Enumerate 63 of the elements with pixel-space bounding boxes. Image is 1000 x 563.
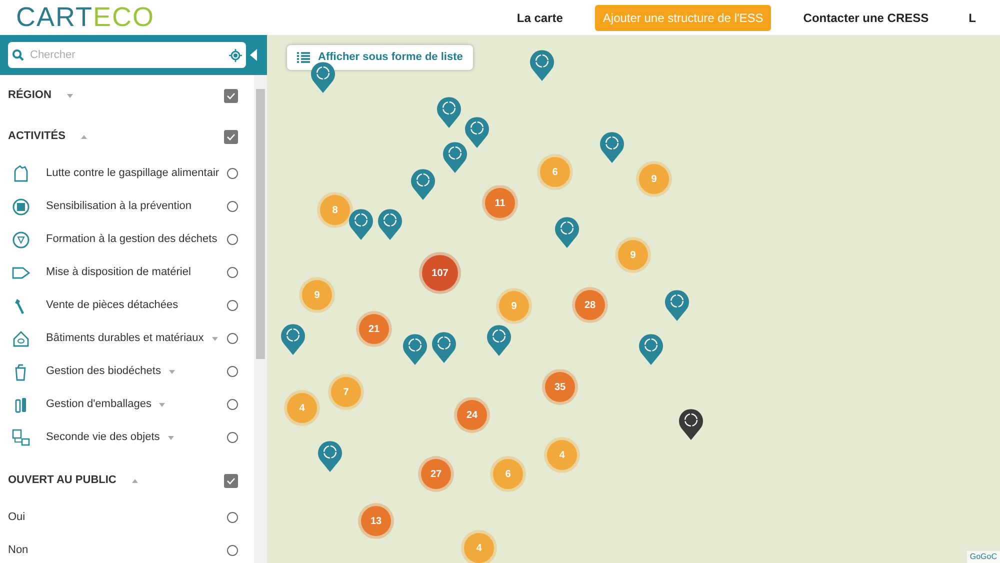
- checkmark-icon: [226, 476, 236, 486]
- checkbox[interactable]: [224, 88, 238, 102]
- checkmark-icon: [226, 132, 236, 142]
- collapse-icon[interactable]: [250, 49, 257, 61]
- caret-icon[interactable]: [159, 402, 166, 406]
- caret-icon[interactable]: [81, 134, 88, 138]
- cluster-marker[interactable]: 107: [422, 255, 458, 291]
- search-icon: [12, 49, 24, 61]
- cluster-marker[interactable]: 24: [457, 400, 487, 430]
- radio-button[interactable]: [227, 366, 238, 377]
- radio-button[interactable]: [227, 168, 238, 179]
- filter-option[interactable]: Gestion des biodéchets: [46, 363, 161, 380]
- filter-option[interactable]: Lutte contre le gaspillage alimentair: [46, 165, 220, 182]
- caret-icon[interactable]: [132, 478, 138, 482]
- caret-icon[interactable]: [67, 94, 74, 98]
- nav-link[interactable]: Contacter une CRESS: [795, 4, 937, 30]
- logo[interactable]: CARTECO: [16, 4, 155, 31]
- radio-button[interactable]: [227, 333, 238, 344]
- radio-button[interactable]: [227, 201, 238, 212]
- cluster-marker[interactable]: 27: [421, 459, 451, 489]
- filter-option[interactable]: Seconde vie des objets: [46, 429, 160, 446]
- caret-icon[interactable]: [168, 436, 174, 440]
- caret-icon[interactable]: [168, 370, 175, 374]
- house-icon: [12, 330, 30, 348]
- boxes-icon: [12, 428, 30, 446]
- radio-button[interactable]: [227, 267, 238, 278]
- list-icon: [297, 52, 310, 63]
- checkbox[interactable]: [224, 130, 238, 144]
- filter-option[interactable]: Sensibilisation à la prévention: [46, 198, 192, 215]
- checkmark-icon: [226, 90, 236, 100]
- map-pin[interactable]: [678, 407, 704, 440]
- cluster-marker[interactable]: 28: [575, 290, 605, 320]
- cluster-marker[interactable]: 11: [485, 188, 515, 218]
- cluster-marker[interactable]: 13: [361, 506, 391, 536]
- radio-button[interactable]: [227, 300, 238, 311]
- nav-link[interactable]: L: [960, 4, 984, 30]
- section-title: OUVERT AU PUBLIC: [8, 473, 116, 488]
- filter-option[interactable]: Oui: [8, 509, 26, 526]
- locate-icon[interactable]: [229, 48, 242, 62]
- search-bar[interactable]: Chercher: [8, 42, 246, 68]
- section-title: RÉGION: [8, 87, 52, 104]
- add-structure-button[interactable]: Ajouter une structure de l'ESS: [594, 4, 772, 30]
- radio-button[interactable]: [227, 432, 238, 443]
- filter-option[interactable]: Mise à disposition de matériel: [46, 264, 191, 281]
- cluster-marker[interactable]: 35: [545, 372, 575, 402]
- map-background[interactable]: Afficher sous forme de liste 6 9 8 11 107 9 9 9 28 21 7 4 35 24 4 27 6 13 4 GoGoC: [267, 35, 1000, 563]
- scrollbar[interactable]: [254, 75, 267, 563]
- section-title: ACTIVITÉS: [8, 128, 66, 144]
- radio-button[interactable]: [227, 234, 238, 245]
- filter-option[interactable]: Gestion d'emballages: [46, 396, 152, 413]
- filter-option[interactable]: Formation à la gestion des déchets: [46, 231, 218, 248]
- filter-option[interactable]: Non: [8, 542, 28, 559]
- radio-button[interactable]: [227, 512, 238, 523]
- radio-button[interactable]: [227, 399, 238, 410]
- caret-icon[interactable]: [212, 336, 218, 340]
- list-view-button[interactable]: Afficher sous forme de liste: [287, 45, 473, 70]
- filter-option[interactable]: Bâtiments durables et matériaux: [46, 330, 204, 347]
- checkbox[interactable]: [224, 474, 238, 488]
- cluster-marker[interactable]: 21: [359, 314, 389, 344]
- nav-link[interactable]: La carte: [508, 4, 571, 30]
- filter-option[interactable]: Vente de pièces détachées: [46, 297, 178, 314]
- map-attribution[interactable]: GoGoC: [966, 551, 1000, 563]
- radio-button[interactable]: [227, 545, 238, 556]
